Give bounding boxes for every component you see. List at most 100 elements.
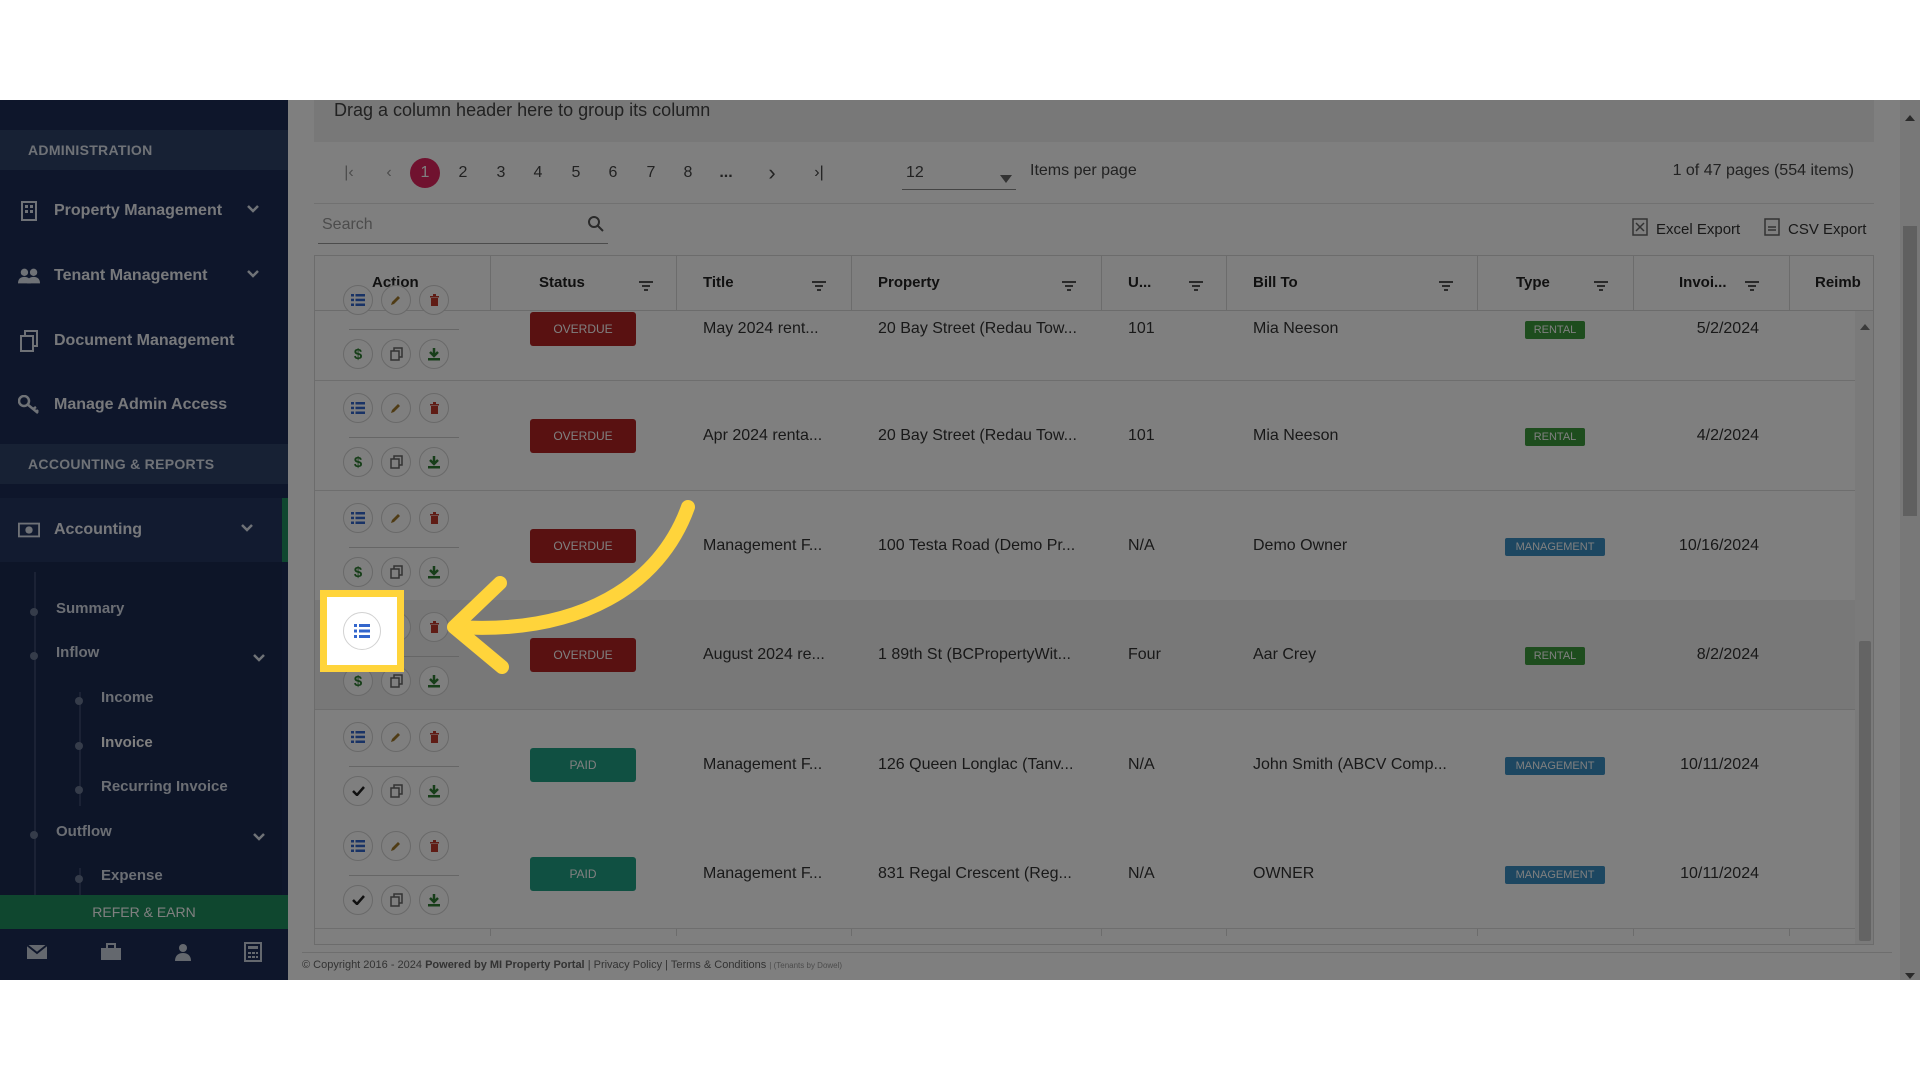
grid-scrollbar[interactable] [1855, 311, 1874, 945]
csv-export-button[interactable]: CSV Export [1764, 218, 1866, 240]
next-page-icon[interactable]: › [757, 158, 787, 188]
download-icon[interactable] [419, 885, 449, 915]
mark-paid-icon[interactable] [343, 776, 373, 806]
first-page-icon[interactable]: |‹ [334, 158, 364, 188]
filter-icon[interactable] [1189, 278, 1203, 296]
details-list-icon[interactable] [343, 612, 381, 650]
footer-terms-link[interactable]: Terms & Conditions [671, 959, 766, 971]
edit-icon[interactable] [381, 393, 411, 423]
column-header-title[interactable]: Title [703, 274, 734, 291]
sidebar-item-tenant-management[interactable]: Tenant Management [0, 244, 288, 308]
status-badge: PAID [530, 748, 636, 782]
excel-export-button[interactable]: Excel Export [1632, 218, 1740, 240]
edit-icon[interactable] [381, 503, 411, 533]
page-scrollbar[interactable] [1900, 100, 1920, 980]
sidebar-item-summary[interactable]: Summary [56, 600, 124, 617]
group-panel[interactable]: Drag a column header here to group its c… [314, 100, 1874, 142]
page-6-button[interactable]: 6 [598, 158, 628, 188]
record-payment-icon[interactable]: $ [343, 447, 373, 477]
column-header-reimb[interactable]: Reimb [1815, 274, 1861, 291]
filter-icon[interactable] [1594, 278, 1608, 296]
page-scroll-thumb[interactable] [1903, 226, 1917, 516]
grid-scroll-thumb[interactable] [1859, 641, 1871, 941]
page-size-select[interactable]: 12 [902, 156, 1016, 190]
sidebar-item-manage-admin-access[interactable]: Manage Admin Access [0, 373, 288, 437]
edit-icon[interactable] [381, 722, 411, 752]
user-icon[interactable] [174, 943, 192, 966]
search-input[interactable]: Search [318, 210, 608, 244]
scroll-up-icon[interactable] [1905, 108, 1915, 126]
mark-paid-icon[interactable] [343, 885, 373, 915]
mail-icon[interactable] [26, 944, 48, 965]
filter-icon[interactable] [1062, 278, 1076, 296]
record-payment-icon[interactable]: $ [343, 339, 373, 369]
briefcase-icon[interactable] [100, 943, 122, 966]
delete-icon[interactable] [419, 285, 449, 315]
filter-icon[interactable] [1745, 278, 1759, 296]
details-list-icon[interactable] [343, 393, 373, 423]
last-page-icon[interactable]: ›| [804, 158, 834, 188]
page-4-button[interactable]: 4 [523, 158, 553, 188]
page-8-button[interactable]: 8 [673, 158, 703, 188]
sidebar-item-inflow[interactable]: Inflow [56, 644, 99, 661]
column-header-unit[interactable]: U... [1128, 274, 1151, 291]
column-header-status[interactable]: Status [539, 274, 585, 291]
record-payment-icon[interactable]: $ [343, 557, 373, 587]
duplicate-icon[interactable] [381, 339, 411, 369]
footer-privacy-link[interactable]: Privacy Policy [594, 959, 662, 971]
duplicate-icon[interactable] [381, 557, 411, 587]
details-list-icon[interactable] [343, 285, 373, 315]
page-7-button[interactable]: 7 [636, 158, 666, 188]
scroll-down-icon[interactable] [1905, 966, 1915, 980]
table-row[interactable]: PAIDManagement F...126 Queen Longlac (Ta… [315, 710, 1855, 820]
chevron-down-icon[interactable] [252, 650, 266, 668]
filter-icon[interactable] [639, 278, 653, 296]
sidebar-item-invoice[interactable]: Invoice [101, 734, 153, 751]
sidebar-item-property-management[interactable]: Property Management [0, 179, 288, 243]
page-3-button[interactable]: 3 [486, 158, 516, 188]
column-header-property[interactable]: Property [878, 274, 940, 291]
refer-earn-button[interactable]: REFER & EARN [0, 895, 288, 929]
sidebar-item-recurring-invoice[interactable]: Recurring Invoice [101, 778, 228, 795]
download-icon[interactable] [419, 339, 449, 369]
details-list-icon[interactable] [343, 722, 373, 752]
footer-powered[interactable]: Powered by MI Property Portal [425, 959, 585, 971]
scroll-up-icon[interactable] [1860, 317, 1870, 335]
page-5-button[interactable]: 5 [561, 158, 591, 188]
footer-tail: | (Tenants by Dowel) [769, 961, 842, 970]
details-list-icon[interactable] [343, 503, 373, 533]
delete-icon[interactable] [419, 393, 449, 423]
type-badge: RENTAL [1525, 647, 1585, 665]
table-row[interactable]: PAIDManagement F...831 Regal Crescent (R… [315, 819, 1855, 929]
sidebar-item-expense[interactable]: Expense [101, 867, 163, 884]
download-icon[interactable] [419, 447, 449, 477]
edit-icon[interactable] [381, 831, 411, 861]
sidebar-item-document-management[interactable]: Document Management [0, 309, 288, 373]
page-1-button[interactable]: 1 [410, 158, 440, 188]
search-icon [588, 216, 604, 237]
duplicate-icon[interactable] [381, 885, 411, 915]
column-header-type[interactable]: Type [1516, 274, 1550, 291]
sidebar-item-income[interactable]: Income [101, 689, 154, 706]
chevron-down-icon[interactable] [252, 829, 266, 847]
delete-icon[interactable] [419, 831, 449, 861]
row-bill-to: Mia Neeson [1253, 320, 1338, 338]
filter-icon[interactable] [1439, 278, 1453, 296]
prev-page-icon[interactable]: ‹ [374, 158, 404, 188]
edit-icon[interactable] [381, 285, 411, 315]
duplicate-icon[interactable] [381, 776, 411, 806]
column-header-invoice-date[interactable]: Invoi... [1679, 274, 1727, 291]
sidebar-item-outflow[interactable]: Outflow [56, 823, 112, 840]
delete-icon[interactable] [419, 722, 449, 752]
filter-icon[interactable] [812, 278, 826, 296]
download-icon[interactable] [419, 776, 449, 806]
table-row[interactable]: $OVERDUEApr 2024 renta...20 Bay Street (… [315, 381, 1855, 491]
duplicate-icon[interactable] [381, 447, 411, 477]
more-pages-button[interactable]: ... [711, 158, 741, 188]
table-row[interactable]: $OVERDUEMay 2024 rent...20 Bay Street (R… [315, 311, 1855, 381]
sidebar-item-accounting[interactable]: Accounting [0, 498, 288, 562]
details-list-icon[interactable] [343, 831, 373, 861]
page-2-button[interactable]: 2 [448, 158, 478, 188]
calculator-icon[interactable] [244, 942, 262, 967]
column-header-bill-to[interactable]: Bill To [1253, 274, 1298, 291]
